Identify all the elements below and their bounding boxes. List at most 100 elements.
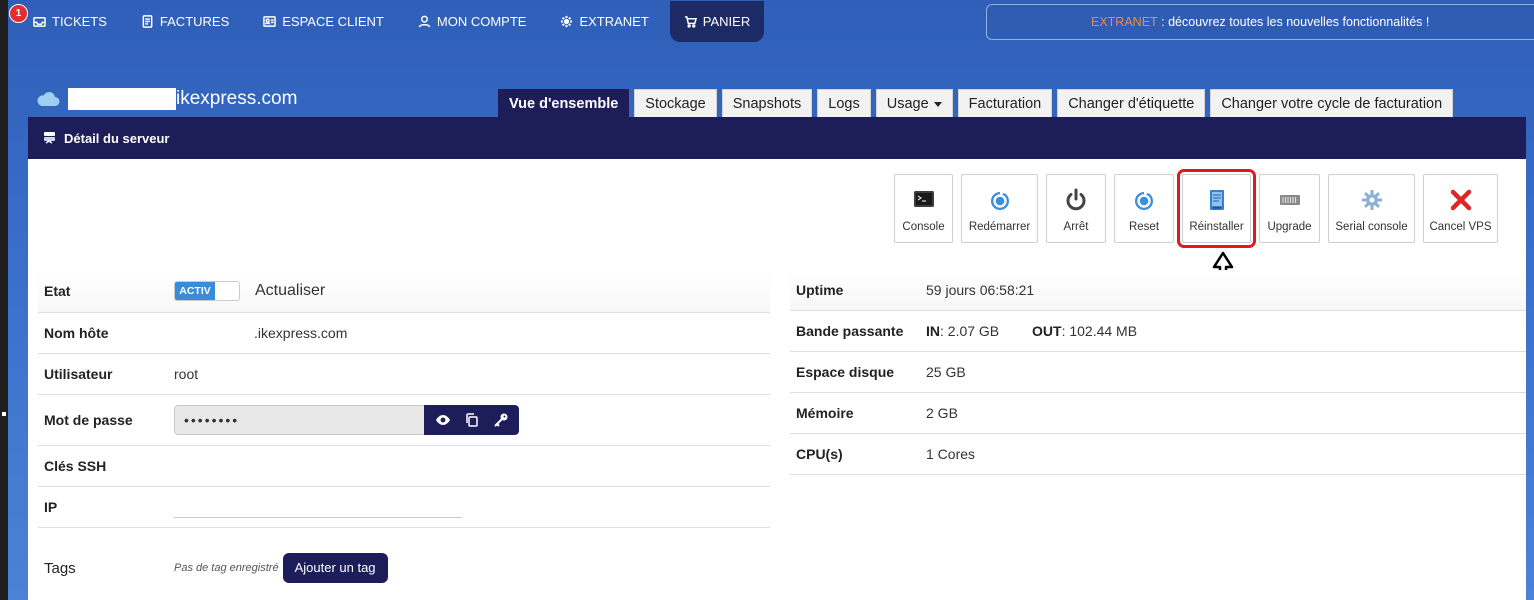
row-bandwidth: Bande passante IN: 2.07 GB OUT: 102.44 M…: [790, 311, 1526, 352]
nav-extranet[interactable]: EXTRANET: [543, 0, 665, 42]
arret-button[interactable]: Arrêt: [1046, 174, 1106, 243]
page-background: TICKETS FACTURES ESPACE CLIENT MON COMPT…: [8, 0, 1534, 600]
serial-console-label: Serial console: [1335, 221, 1408, 233]
redacted-hostname: [68, 88, 176, 110]
password-label: Mot de passe: [44, 412, 133, 428]
key-icon: [493, 413, 507, 427]
server-domain-header: ikexpress.com: [36, 88, 297, 110]
nav-tickets-label: TICKETS: [52, 13, 107, 29]
uptime-value: 59 jours 06:58:21: [926, 282, 1035, 298]
caret-down-icon: [933, 101, 942, 107]
nav-espace-client[interactable]: ESPACE CLIENT: [246, 0, 401, 42]
nav-factures[interactable]: FACTURES: [124, 0, 246, 42]
add-tag-button[interactable]: Ajouter un tag: [282, 553, 388, 583]
row-memory: Mémoire 2 GB: [790, 393, 1526, 434]
no-tag-text: Pas de tag enregistré: [174, 562, 279, 574]
server-info-right: Uptime 59 jours 06:58:21 Bande passante …: [790, 270, 1526, 475]
status-toggle[interactable]: ACTIV: [174, 281, 240, 301]
nav-mon-compte[interactable]: MON COMPTE: [401, 0, 544, 42]
refresh-link[interactable]: Actualiser: [255, 282, 325, 300]
arret-label: Arrêt: [1063, 221, 1089, 233]
show-password-button[interactable]: [428, 405, 457, 435]
redacted-host-prefix: [174, 323, 254, 343]
tab-snapshots[interactable]: Snapshots: [721, 89, 813, 117]
reinstall-icon: [1209, 190, 1224, 210]
ssh-keys-label: Clés SSH: [44, 458, 107, 474]
user-value: root: [174, 366, 199, 382]
user-label: Utilisateur: [44, 366, 113, 382]
row-tags: Tags Pas de tag enregistré Ajouter un ta…: [38, 528, 770, 600]
redacted-ip: [174, 496, 462, 518]
row-uptime: Uptime 59 jours 06:58:21: [790, 270, 1526, 311]
tab-logs[interactable]: Logs: [817, 89, 871, 117]
ip-label: IP: [44, 499, 58, 515]
nav-espace-client-label: ESPACE CLIENT: [282, 13, 384, 29]
cancel-vps-label: Cancel VPS: [1429, 221, 1492, 233]
row-ip: IP: [38, 487, 770, 528]
nav-factures-label: FACTURES: [159, 13, 230, 29]
row-cpu: CPU(s) 1 Cores: [790, 434, 1526, 475]
row-etat: Etat ACTIV Actualiser: [38, 270, 770, 313]
hostname-value: .ikexpress.com: [254, 325, 348, 341]
copy-password-button[interactable]: [457, 405, 486, 435]
cloud-icon: [37, 91, 60, 106]
redemarrer-label: Redémarrer: [968, 221, 1031, 233]
nav-mon-compte-label: MON COMPTE: [436, 13, 527, 29]
tab-changer-etiquette[interactable]: Changer d'étiquette: [1057, 89, 1206, 117]
status-toggle-on: ACTIV: [175, 282, 215, 300]
nav-panier[interactable]: PANIER: [669, 0, 765, 42]
user-icon: [418, 15, 431, 27]
power-icon: [1066, 188, 1086, 211]
tab-usage-label: Usage: [886, 96, 929, 112]
reset-button[interactable]: Reset: [1114, 174, 1174, 243]
bandwidth-out: OUT: 102.44 MB: [1032, 323, 1137, 339]
document-icon: [142, 14, 153, 28]
notification-badge: 1: [9, 4, 28, 23]
eye-icon: [435, 415, 450, 425]
disk-label: Espace disque: [796, 364, 895, 380]
bandwidth-in: IN: 2.07 GB: [926, 323, 1032, 339]
serial-console-button[interactable]: Serial console: [1328, 174, 1415, 243]
serial-gear-icon: [1361, 190, 1382, 210]
panel-header: Détail du serveur: [28, 117, 1526, 159]
console-label: Console: [902, 221, 945, 233]
window-left-edge: [0, 0, 8, 600]
server-actions-toolbar: Console Redémarrer Arrêt Reset Réinstall…: [894, 169, 1498, 248]
server-info-left: Etat ACTIV Actualiser Nom hôte .ikexpres…: [38, 270, 770, 600]
tab-changer-cycle-facturation[interactable]: Changer votre cycle de facturation: [1210, 89, 1454, 117]
server-tabs: Vue d'ensemble Stockage Snapshots Logs U…: [498, 89, 1454, 117]
tab-facturation[interactable]: Facturation: [957, 89, 1053, 117]
nav-tickets[interactable]: TICKETS: [16, 0, 124, 42]
password-field[interactable]: ••••••••: [174, 405, 424, 435]
bandwidth-in-value: : 2.07 GB: [940, 323, 1000, 339]
tags-label: Tags: [44, 559, 76, 577]
cpu-value: 1 Cores: [926, 446, 976, 462]
row-ssh-keys: Clés SSH: [38, 446, 770, 487]
server-tools-icon: [44, 132, 55, 144]
tab-usage[interactable]: Usage: [875, 89, 953, 117]
reinstaller-button[interactable]: Réinstaller: [1177, 169, 1256, 248]
tab-vue-ensemble[interactable]: Vue d'ensemble: [498, 89, 630, 117]
restart-icon: [990, 190, 1009, 210]
reinstaller-label: Réinstaller: [1189, 221, 1244, 233]
redemarrer-button[interactable]: Redémarrer: [961, 174, 1038, 243]
memory-label: Mémoire: [796, 405, 854, 421]
domain-name: ikexpress.com: [176, 88, 298, 109]
tab-stockage[interactable]: Stockage: [634, 89, 717, 117]
row-password: Mot de passe ••••••••: [38, 395, 770, 446]
reset-label: Reset: [1128, 221, 1160, 233]
console-button[interactable]: Console: [894, 174, 953, 243]
reset-icon: [1135, 190, 1153, 210]
generate-password-button[interactable]: [486, 405, 515, 435]
upgrade-button[interactable]: Upgrade: [1259, 174, 1320, 243]
row-utilisateur: Utilisateur root: [38, 354, 770, 395]
disk-value: 25 GB: [926, 364, 966, 380]
cancel-vps-button[interactable]: Cancel VPS: [1423, 174, 1498, 243]
announcement-text: : découvrez toutes les nouvelles fonctio…: [1157, 15, 1430, 29]
nav-extranet-label: EXTRANET: [579, 13, 649, 29]
panel-title: Détail du serveur: [64, 130, 170, 146]
cpu-label: CPU(s): [796, 446, 843, 462]
announcement-banner[interactable]: EXTRANET : découvrez toutes les nouvelle…: [986, 4, 1534, 40]
etat-label: Etat: [44, 283, 71, 299]
memory-value: 2 GB: [926, 405, 958, 421]
